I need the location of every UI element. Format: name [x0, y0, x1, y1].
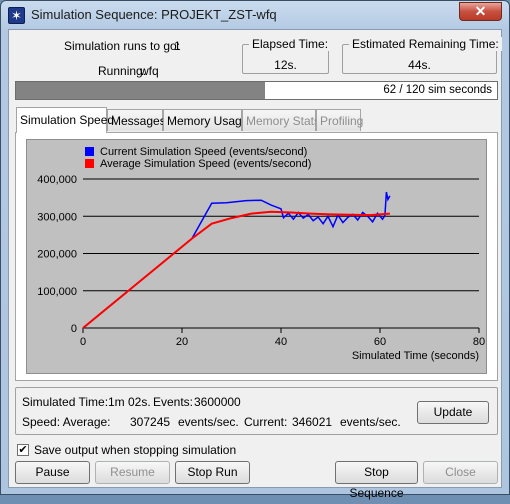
- x-tick-label-1: 20: [176, 336, 188, 348]
- y-tick-label-0: 0: [71, 323, 77, 335]
- simulation-sequence-window: ✶ Simulation Sequence: PROJEKT_ZST-wfq ✕…: [0, 0, 510, 500]
- pause-button[interactable]: Pause: [15, 461, 90, 484]
- runs-to-go-value: 1: [174, 39, 181, 53]
- simulated-time-value: 1m 02s.: [108, 395, 151, 409]
- simulated-time-label: Simulated Time:: [22, 395, 109, 409]
- sim-progress-text: 62 / 120 sim seconds: [383, 84, 492, 96]
- legend-label-0: Current Simulation Speed (events/second): [100, 146, 307, 158]
- elapsed-time-title: Elapsed Time:: [249, 37, 332, 51]
- sim-progress-fill: [16, 82, 265, 99]
- y-tick-label-1: 100,000: [37, 286, 77, 298]
- series-line-0: [82, 191, 391, 329]
- remaining-time-title: Estimated Remaining Time:: [349, 37, 502, 51]
- simulation-info-box: Simulated Time: 1m 02s. Events: 3600000 …: [15, 387, 498, 435]
- legend-swatch-0: [85, 147, 94, 156]
- tab-simulation-speed[interactable]: Simulation Speed: [16, 107, 114, 133]
- save-output-label[interactable]: Save output when stopping simulation: [34, 443, 236, 457]
- legend-label-1: Average Simulation Speed (events/second): [100, 158, 311, 170]
- elapsed-time-group: Elapsed Time: 12s.: [242, 37, 332, 74]
- simulation-speed-chart: 0 100,000 200,000 300,000 400,000 0 20 40 60 80 Si…: [26, 139, 487, 374]
- speed-current-label: Current:: [244, 415, 288, 429]
- tab-profiling[interactable]: Profiling: [316, 109, 363, 131]
- runs-to-go-label: Simulation runs to go:: [64, 39, 181, 53]
- x-tick-label-2: 40: [275, 336, 287, 348]
- tab-messages[interactable]: Messages: [107, 109, 166, 131]
- speed-average-unit: events/sec.: [178, 415, 239, 429]
- sim-progress-bar: 62 / 120 sim seconds: [15, 81, 498, 100]
- window-title: Simulation Sequence: PROJEKT_ZST-wfq: [31, 7, 277, 22]
- x-axis-label: Simulated Time (seconds): [352, 350, 479, 362]
- speed-current-unit: events/sec.: [340, 415, 401, 429]
- tab-memory-stats[interactable]: Memory Stats: [242, 109, 320, 131]
- events-label: Events:: [153, 395, 194, 409]
- close-button[interactable]: Close: [423, 461, 498, 484]
- running-value: wfq: [140, 64, 159, 78]
- simulation-speed-panel: 0 100,000 200,000 300,000 400,000 0 20 40 60 80 Si…: [15, 132, 498, 381]
- y-tick-label-2: 200,000: [37, 249, 77, 261]
- simulation-app-icon: ✶: [8, 7, 25, 24]
- remaining-time-group: Estimated Remaining Time: 44s.: [342, 37, 502, 74]
- title-bar[interactable]: ✶ Simulation Sequence: PROJEKT_ZST-wfq ✕: [1, 1, 509, 29]
- legend-swatch-1: [85, 159, 94, 168]
- stop-run-button[interactable]: Stop Run: [175, 461, 250, 484]
- speed-average-value: 307245: [130, 415, 171, 429]
- resume-button[interactable]: Resume: [95, 461, 170, 484]
- series-line-1: [82, 210, 390, 329]
- x-tick-label-4: 80: [473, 336, 485, 348]
- y-tick-label-3: 300,000: [37, 211, 77, 223]
- remaining-time-value: 44s.: [408, 58, 431, 72]
- tab-memory-usage[interactable]: Memory Usage: [163, 109, 248, 131]
- elapsed-time-value: 12s.: [274, 58, 297, 72]
- speed-average-label: Speed: Average:: [22, 415, 111, 429]
- x-tick-label-0: 0: [80, 336, 86, 348]
- update-button[interactable]: Update: [417, 401, 489, 424]
- speed-current-value: 346021: [292, 415, 333, 429]
- x-tick-label-3: 60: [374, 336, 386, 348]
- dialog-client-area: Simulation runs to go: 1 Running: wfq El…: [8, 29, 502, 500]
- y-tick-label-4: 400,000: [37, 174, 77, 186]
- stop-sequence-button[interactable]: Stop Sequence: [335, 461, 418, 500]
- save-output-checkbox[interactable]: ✔: [17, 444, 29, 456]
- events-value: 3600000: [194, 395, 241, 409]
- speed-chart-svg: 0 100,000 200,000 300,000 400,000 0 20 40 60 80 Si…: [37, 146, 485, 362]
- window-close-button[interactable]: ✕: [459, 2, 502, 21]
- running-label: Running:: [98, 64, 147, 78]
